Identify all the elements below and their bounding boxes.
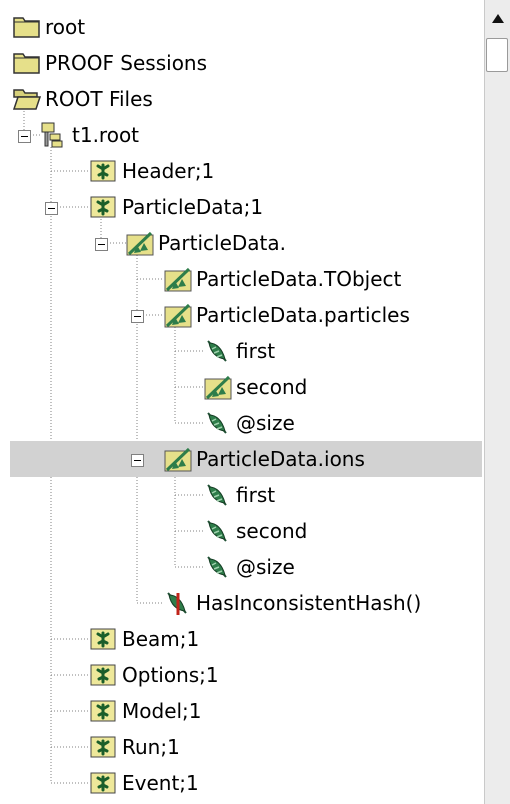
tree-node[interactable]: ParticleData.TObject xyxy=(0,261,484,297)
root-file-icon xyxy=(40,122,64,148)
tree-node-label: ParticleData.TObject xyxy=(196,267,402,291)
folder-icon xyxy=(13,51,40,75)
tree-node-label: @size xyxy=(236,411,295,435)
tree-icon xyxy=(90,159,116,183)
tree-node-label: @size xyxy=(236,555,295,579)
tree-node-label: second xyxy=(236,519,308,543)
browser-tree[interactable]: root PROOF Sessions ROOT Files t1.root Heade… xyxy=(0,0,484,804)
tree-node-label: HasInconsistentHash() xyxy=(196,591,422,615)
branch-icon xyxy=(164,267,192,292)
tree-node[interactable]: PROOF Sessions xyxy=(0,45,484,81)
tree-node-label: first xyxy=(236,339,276,363)
tree-node[interactable]: Beam;1 xyxy=(0,621,484,657)
collapse-toggle-icon[interactable] xyxy=(18,128,31,143)
branch-icon xyxy=(204,375,232,400)
folder-open-icon xyxy=(12,87,42,111)
tree-node[interactable]: root xyxy=(0,9,484,45)
tree-node[interactable]: first xyxy=(0,477,484,513)
tree-node[interactable]: t1.root xyxy=(0,117,484,153)
tree-node[interactable]: second xyxy=(0,513,484,549)
tree-node-label: first xyxy=(236,483,276,507)
tree-node-label: Model;1 xyxy=(122,699,202,723)
tree-node[interactable]: Run;1 xyxy=(0,729,484,765)
leaf-icon xyxy=(204,555,228,579)
tree-node-label: Event;1 xyxy=(122,771,199,795)
arrow-up-icon xyxy=(492,14,504,23)
tree-node[interactable]: second xyxy=(0,369,484,405)
tree-node-label: Beam;1 xyxy=(122,627,200,651)
leaf-icon xyxy=(204,519,228,543)
vertical-scrollbar[interactable] xyxy=(484,0,510,804)
tree-node-label: Options;1 xyxy=(122,663,219,687)
tree-node[interactable]: ParticleData. xyxy=(0,225,484,261)
scroll-thumb[interactable] xyxy=(486,38,508,72)
tree-node-label: ParticleData.particles xyxy=(196,303,410,327)
tree-node-label: PROOF Sessions xyxy=(45,51,208,75)
collapse-toggle-icon[interactable] xyxy=(131,452,144,467)
tree-node-label: root xyxy=(45,15,86,39)
tree-icon xyxy=(90,627,116,651)
leaf-icon xyxy=(204,339,228,363)
collapse-toggle-icon[interactable] xyxy=(45,200,58,215)
tree-node[interactable]: ROOT Files xyxy=(0,81,484,117)
tree-node[interactable]: first xyxy=(0,333,484,369)
tree-icon xyxy=(90,195,116,219)
tree-node[interactable]: @size xyxy=(0,549,484,585)
tree-node[interactable]: ParticleData;1 xyxy=(0,189,484,225)
tree-node-label: Header;1 xyxy=(122,159,215,183)
collapse-toggle-icon[interactable] xyxy=(131,308,144,323)
tree-icon xyxy=(90,771,116,795)
tree-node-label: ROOT Files xyxy=(45,87,153,111)
tree-node[interactable]: Model;1 xyxy=(0,693,484,729)
branch-icon xyxy=(164,303,192,328)
tree-icon xyxy=(90,699,116,723)
tree-node[interactable]: Options;1 xyxy=(0,657,484,693)
tree-node[interactable]: Event;1 xyxy=(0,765,484,801)
branch-icon xyxy=(164,447,192,472)
tree-node-label: ParticleData. xyxy=(158,231,287,255)
tree-node-label: ParticleData.ions xyxy=(196,447,365,471)
tree-node-label: ParticleData;1 xyxy=(122,195,264,219)
leaf-icon xyxy=(204,411,228,435)
tree-node[interactable]: Header;1 xyxy=(0,153,484,189)
tree-icon xyxy=(90,663,116,687)
scroll-up-button[interactable] xyxy=(485,0,510,36)
tree-node-label: second xyxy=(236,375,308,399)
branch-icon xyxy=(126,231,154,256)
folder-icon xyxy=(13,15,40,39)
method-icon xyxy=(164,591,188,615)
tree-node[interactable]: HasInconsistentHash() xyxy=(0,585,484,621)
tree-icon xyxy=(90,735,116,759)
tree-node[interactable]: @size xyxy=(0,405,484,441)
tree-node[interactable]: ParticleData.particles xyxy=(0,297,484,333)
tree-node-label: Run;1 xyxy=(122,735,180,759)
collapse-toggle-icon[interactable] xyxy=(95,236,108,251)
tree-node-label: t1.root xyxy=(72,123,140,147)
tree-node[interactable]: ParticleData.ions xyxy=(10,441,482,477)
leaf-icon xyxy=(204,483,228,507)
